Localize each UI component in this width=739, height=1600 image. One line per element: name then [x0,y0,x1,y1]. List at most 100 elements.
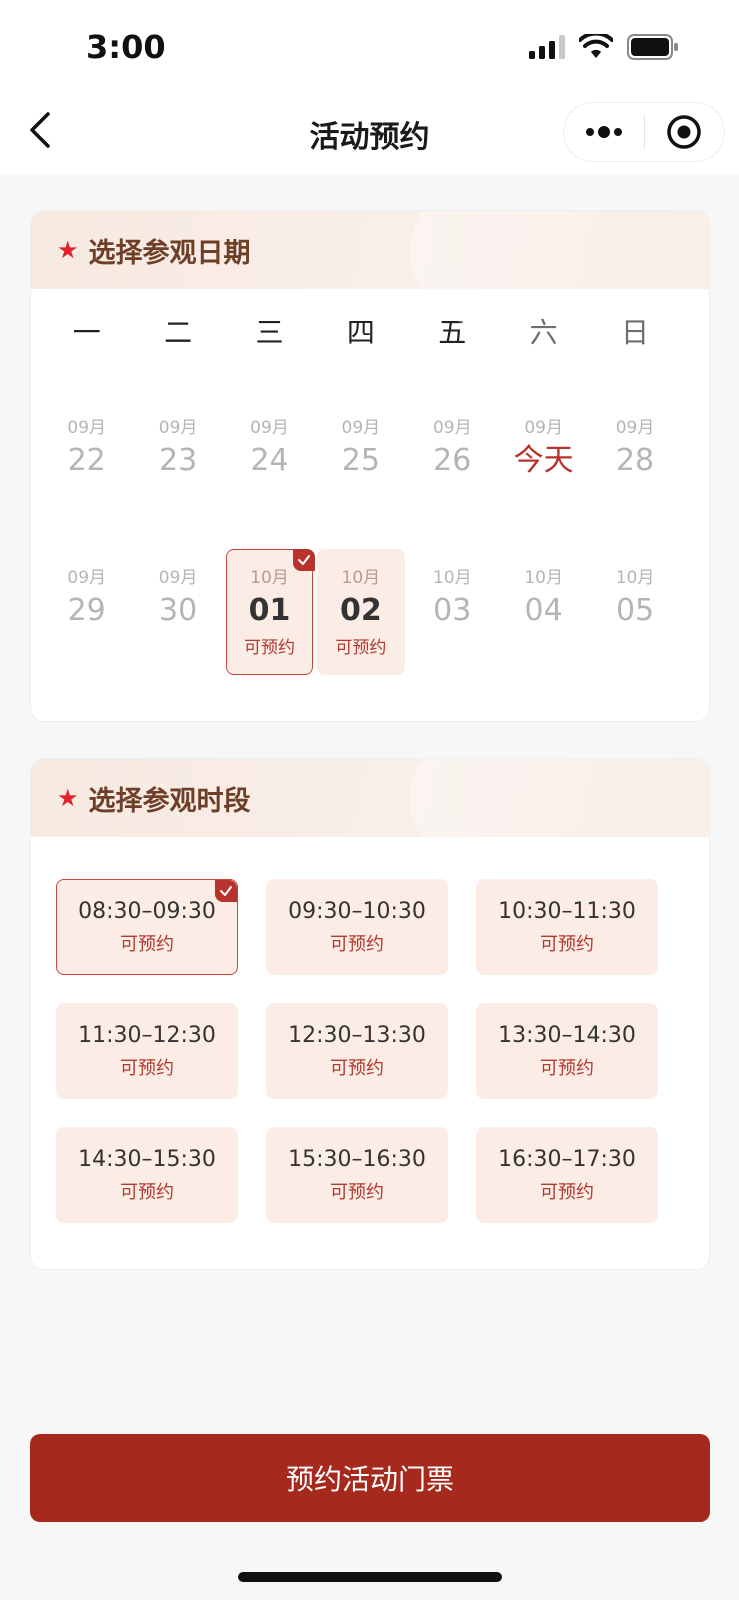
slot-status: 可预约 [120,1058,174,1079]
weekday-label: 四 [346,316,375,349]
book-ticket-button[interactable]: 预约活动门票 [30,1434,710,1522]
time-slot[interactable]: 16:30–17:30 可预约 [476,1127,658,1223]
calendar-week-row: 09月 22 09月 23 09月 24 09月 25 09月 26 09月 今… [31,399,709,525]
time-slot-card: ★ 选择参观时段 08:30–09:30 可预约 09:30–10:30 可预约… [30,758,710,1270]
time-slot[interactable]: 11:30–12:30 可预约 [56,1003,238,1099]
time-slot[interactable]: 12:30–13:30 可预约 [266,1003,448,1099]
calendar-day: 10月 04 [498,549,589,675]
date-section-title: 选择参观日期 [88,237,251,269]
day-number: 24 [250,443,289,478]
slot-time: 08:30–09:30 [78,899,216,924]
calendar-week-row: 09月 29 09月 30 10月 01 可预约 10月 02 可预约 10月 … [31,549,709,675]
day-number: 30 [158,593,198,628]
calendar-day: 09月 26 [407,399,498,525]
calendar-day-available[interactable]: 10月 02 可预约 [315,549,406,675]
date-section-header: ★ 选择参观日期 [31,211,709,351]
slot-status: 可预约 [540,1058,594,1079]
slot-time: 14:30–15:30 [78,1147,216,1172]
day-month: 09月 [432,418,472,438]
day-month: 10月 [432,568,472,588]
time-section-header: ★ 选择参观时段 [31,759,709,899]
time-slot-selected[interactable]: 08:30–09:30 可预约 [56,879,238,975]
calendar-day: 10月 03 [407,549,498,675]
day-number: 26 [433,443,472,478]
slot-status: 可预约 [330,934,384,955]
slot-status: 可预约 [330,1182,384,1203]
day-status: 可预约 [243,638,295,658]
day-number: 29 [67,593,106,628]
day-number: 22 [67,443,106,478]
time-section-title: 选择参观时段 [88,785,251,817]
slot-time: 10:30–11:30 [498,899,636,924]
more-button[interactable] [564,103,644,161]
calendar-day-selected[interactable]: 10月 01 可预约 [224,549,316,675]
today-label: 今天 [513,443,574,478]
day-month: 09月 [158,418,198,438]
slot-status: 可预约 [540,934,594,955]
weekday-label: 一 [72,316,101,349]
calendar-day: 09月 30 [132,549,223,675]
battery-icon [627,34,678,60]
calendar-day: 09月 28 [589,399,680,525]
weekday-label: 三 [255,316,284,349]
slot-time: 13:30–14:30 [498,1023,636,1048]
nav-bar: 活动预约 [0,96,739,174]
time-slot[interactable]: 13:30–14:30 可预约 [476,1003,658,1099]
day-month: 10月 [615,568,655,588]
day-month: 09月 [67,568,107,588]
day-month: 10月 [250,568,289,588]
calendar-day: 09月 23 [132,399,223,525]
day-month: 10月 [341,568,381,588]
day-month: 09月 [67,418,107,438]
day-month: 10月 [524,568,563,588]
slot-time: 16:30–17:30 [498,1147,636,1172]
day-month: 09月 [341,418,381,438]
day-number: 02 [339,593,382,628]
slot-time: 15:30–16:30 [288,1147,426,1172]
calendar-day: 09月 24 [224,399,315,525]
selected-check-icon [215,880,237,902]
required-star-icon: ★ [57,236,79,264]
time-slot[interactable]: 10:30–11:30 可预约 [476,879,658,975]
weekday-label: 二 [164,316,193,349]
calendar-day-today: 09月 今天 [498,399,589,525]
slot-status: 可预约 [120,934,174,955]
slot-status: 可预约 [540,1182,594,1203]
cellular-signal-icon [529,35,565,59]
required-star-icon: ★ [57,784,79,812]
status-bar: 3:00 [0,0,739,96]
home-indicator [238,1572,502,1582]
slot-time: 12:30–13:30 [288,1023,426,1048]
day-month: 09月 [524,418,563,438]
day-number: 23 [158,443,198,478]
date-card: ★ 选择参观日期 一 二 三 四 五 六 日 09月 22 09月 23 09月… [30,210,710,722]
time-slot[interactable]: 14:30–15:30 可预约 [56,1127,238,1223]
time-slot[interactable]: 15:30–16:30 可预约 [266,1127,448,1223]
status-icons [529,34,679,60]
wifi-icon [579,34,613,58]
day-number: 28 [615,443,655,478]
mini-program-capsule [563,102,725,162]
day-number: 05 [615,593,655,628]
day-number: 25 [341,443,380,478]
day-month: 09月 [615,418,655,438]
day-month: 09月 [158,568,198,588]
close-program-button[interactable] [645,103,725,161]
more-dots-icon [585,126,622,138]
target-icon [667,115,701,149]
calendar-day: 10月 05 [589,549,680,675]
day-month: 09月 [250,418,289,438]
status-time: 3:00 [86,28,166,66]
day-status: 可预约 [335,638,387,658]
slot-time: 11:30–12:30 [78,1023,216,1048]
calendar-day: 09月 29 [41,549,132,675]
slot-status: 可预约 [120,1182,174,1203]
slot-time: 09:30–10:30 [288,899,426,924]
time-slot[interactable]: 09:30–10:30 可预约 [266,879,448,975]
calendar-day: 09月 22 [41,399,132,525]
slot-status: 可预约 [330,1058,384,1079]
calendar-day: 09月 25 [315,399,406,525]
selected-check-icon [293,549,316,571]
day-number: 01 [248,593,291,628]
time-slot-grid: 08:30–09:30 可预约 09:30–10:30 可预约 10:30–11… [31,837,709,1265]
